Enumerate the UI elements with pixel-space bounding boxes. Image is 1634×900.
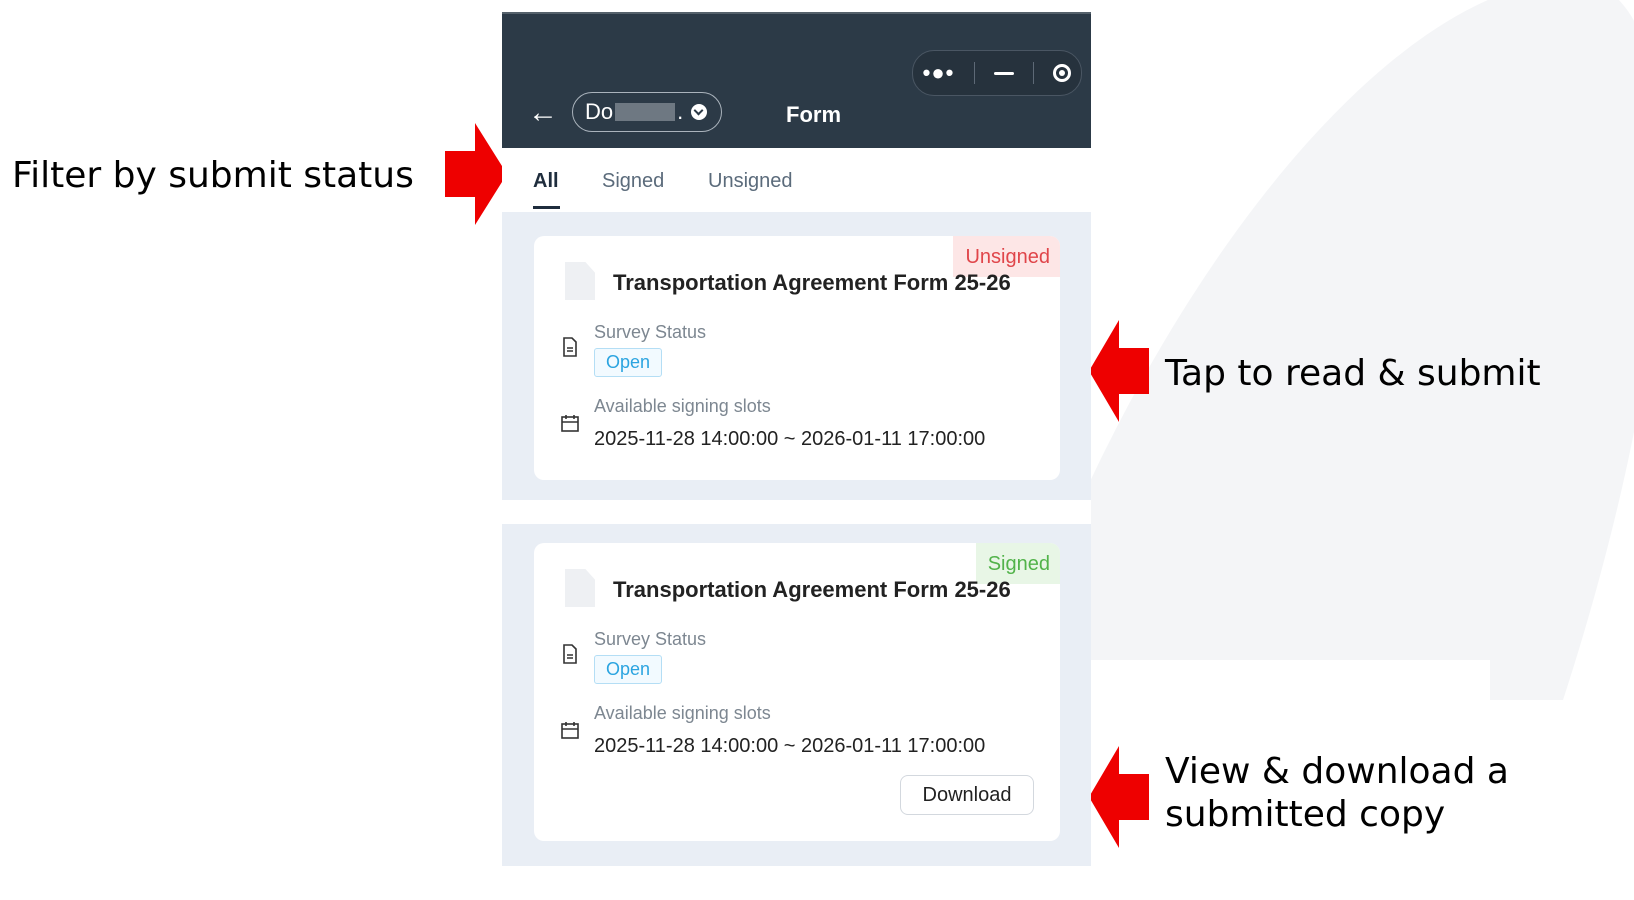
form-title: Transportation Agreement Form 25-26 xyxy=(613,577,1011,602)
document-icon xyxy=(565,262,595,300)
calendar-icon xyxy=(561,722,579,739)
tab-unsigned[interactable]: Unsigned xyxy=(708,170,793,193)
tab-all[interactable]: All xyxy=(533,170,559,193)
active-tab-indicator xyxy=(533,206,560,209)
file-text-icon xyxy=(563,337,577,357)
signing-slots-value: 2025-11-28 14:00:00 ~ 2026-01-11 17:00:0… xyxy=(594,735,986,757)
tab-signed[interactable]: Signed xyxy=(602,170,664,193)
mini-program-capsule: •●• xyxy=(912,50,1082,96)
capsule-divider xyxy=(1033,62,1035,84)
survey-status-tag: Open xyxy=(594,348,663,377)
red-arrow-icon xyxy=(1089,320,1149,422)
annotation-tap: Tap to read & submit xyxy=(1165,353,1541,394)
form-card-unsigned[interactable]: Unsigned Transportation Agreement Form 2… xyxy=(534,236,1060,480)
survey-status-tag: Open xyxy=(594,655,663,684)
filter-tabs: All Signed Unsigned xyxy=(502,148,1091,212)
download-button[interactable]: Download xyxy=(900,775,1034,815)
red-arrow-icon xyxy=(445,123,507,225)
annotation-filter: Filter by submit status xyxy=(12,155,414,196)
form-card-signed[interactable]: Signed Transportation Agreement Form 25-… xyxy=(534,543,1060,841)
signing-slots-value: 2025-11-28 14:00:00 ~ 2026-01-11 17:00:0… xyxy=(594,428,986,450)
form-title: Transportation Agreement Form 25-26 xyxy=(613,270,1011,295)
school-name-prefix: Do xyxy=(585,99,614,124)
close-target-icon[interactable] xyxy=(1053,64,1072,82)
calendar-icon xyxy=(561,415,579,432)
top-bar: •●• ← Do . Form xyxy=(502,12,1091,148)
school-name-suffix: . xyxy=(677,99,684,124)
red-arrow-icon xyxy=(1089,746,1149,848)
capsule-divider xyxy=(973,62,975,84)
list-separator xyxy=(502,500,1091,524)
school-selector[interactable]: Do . xyxy=(572,92,722,132)
minimize-icon[interactable] xyxy=(993,71,1014,75)
survey-status-label: Survey Status xyxy=(594,322,707,342)
file-text-icon xyxy=(563,644,577,664)
back-arrow-icon[interactable]: ← xyxy=(528,98,558,128)
more-dots-icon[interactable]: •●• xyxy=(923,60,955,86)
redacted-name xyxy=(615,103,676,121)
page-title: Form xyxy=(786,102,841,127)
document-icon xyxy=(565,569,595,607)
survey-status-label: Survey Status xyxy=(594,629,707,649)
phone-screen: •●• ← Do . Form All Signed Unsigned Unsi… xyxy=(502,12,1091,866)
chevron-down-icon xyxy=(691,104,708,120)
signing-slots-label: Available signing slots xyxy=(594,396,771,416)
annotation-view: View & download a submitted copy xyxy=(1165,751,1509,836)
signing-slots-label: Available signing slots xyxy=(594,703,771,723)
status-strip xyxy=(502,12,1091,14)
